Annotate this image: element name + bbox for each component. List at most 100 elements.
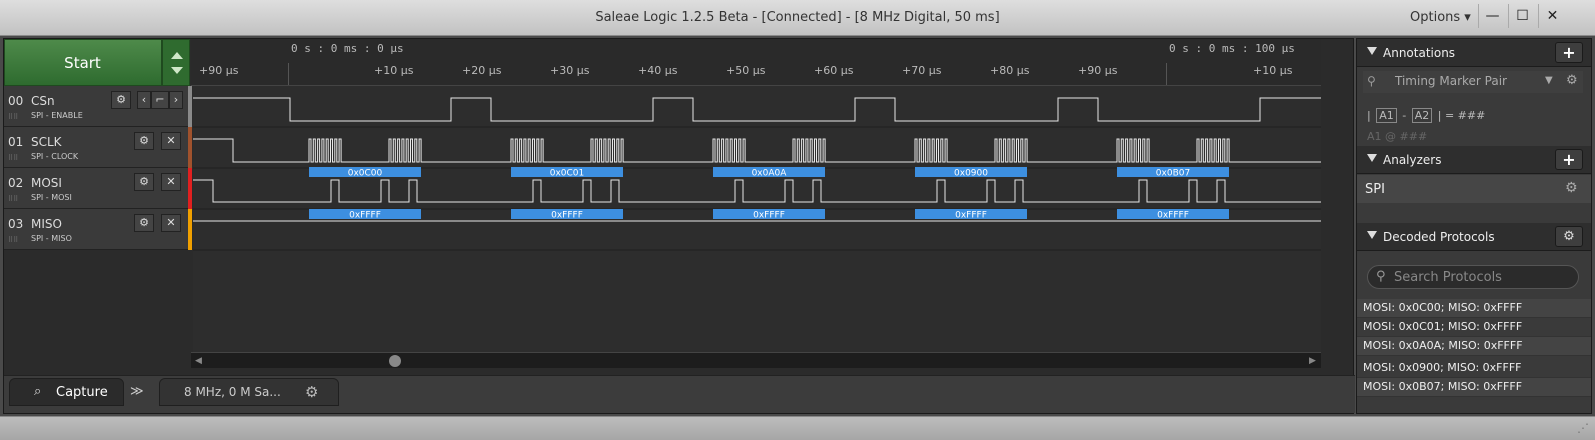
list-item[interactable]: MOSI: 0x0C01; MISO: 0xFFFF (1357, 318, 1591, 337)
gear-icon[interactable]: ⚙ (111, 91, 131, 109)
formula-minus: - (1402, 109, 1407, 122)
ruler-tick: +90 μs (1078, 64, 1118, 77)
list-item[interactable]: MOSI: 0x0A0A; MISO: 0xFFFF (1357, 337, 1591, 356)
section-title: Decoded Protocols (1383, 230, 1495, 244)
channel-name: CSn (31, 94, 55, 108)
marker-a2-badge[interactable]: A2 (1411, 108, 1433, 123)
marker-formula: | A1 - A2 | = ### (1367, 108, 1485, 123)
miso-decoded-label-text: 0xFFFF (955, 211, 987, 221)
arrow-up-icon (171, 52, 183, 59)
gear-icon[interactable]: ⚙ (134, 132, 154, 150)
miso-decoded-label-text: 0xFFFF (551, 211, 583, 221)
gear-icon[interactable]: ⚙ (1565, 180, 1578, 196)
maximize-button[interactable]: ☐ (1508, 4, 1536, 28)
drag-grip-icon[interactable]: ⠿⠿ (8, 195, 18, 203)
collapse-triangle-icon[interactable] (1367, 154, 1377, 162)
channel-number: 03 (8, 217, 24, 231)
channel-name: MISO (31, 217, 62, 231)
ruler-tick: +80 μs (990, 64, 1030, 77)
collapse-triangle-icon[interactable] (1367, 47, 1377, 55)
gear-icon[interactable]: ⚙ (1555, 226, 1583, 247)
channel-row-csn[interactable]: 00 CSn SPI - ENABLE ⠿⠿ ⚙ ‹ ⌐ › (4, 86, 192, 127)
analyzers-header[interactable]: Analyzers + (1357, 146, 1591, 174)
close-icon[interactable]: ✕ (161, 214, 181, 232)
channel-number: 01 (8, 135, 24, 149)
channel-color-stripe (188, 127, 192, 168)
horizontal-scrollbar[interactable]: ◀ ▶ (191, 352, 1321, 368)
prev-edge-icon[interactable]: ‹ (137, 91, 151, 109)
minimize-button[interactable]: — (1478, 4, 1506, 28)
scroll-left-icon[interactable]: ◀ (195, 356, 202, 366)
tab-capture-label: Capture (56, 385, 108, 400)
close-button[interactable]: ✕ (1538, 4, 1566, 28)
channel-row-mosi[interactable]: 02 MOSI SPI - MOSI ⠿⠿ ⚙ ✕ (4, 168, 192, 209)
chevron-down-icon[interactable]: ▼ (1545, 75, 1553, 86)
scroll-right-icon[interactable]: ▶ (1309, 356, 1316, 366)
waveform-area[interactable]: 0x0C00 0xFFFF 0x0C01 0xFFFF 0x0A0A 0xFFFF 0x09… (193, 86, 1321, 352)
ruler-tick: +20 μs (462, 64, 502, 77)
ruler-tick-line (1166, 63, 1167, 85)
mosi-decoded-label-text: 0x0B07 (1156, 169, 1190, 179)
channel-row-sclk[interactable]: 01 SCLK SPI - CLOCK ⠿⠿ ⚙ ✕ (4, 127, 192, 168)
mosi-decoded-label-text: 0x0A0A (752, 169, 788, 179)
next-edge-icon[interactable]: › (169, 91, 183, 109)
gear-icon[interactable]: ⚙ (134, 214, 154, 232)
analyzer-item-spi[interactable]: SPI ⚙ (1357, 175, 1591, 203)
title-bar: Saleae Logic 1.2.5 Beta - [Connected] - … (0, 0, 1595, 36)
collapse-triangle-icon[interactable] (1367, 231, 1377, 239)
abs-time-right: 0 s : 0 ms : 100 μs (1169, 42, 1295, 55)
annotations-header[interactable]: Annotations + (1357, 39, 1591, 67)
gear-icon[interactable]: ⚙ (134, 173, 154, 191)
list-item[interactable]: MOSI: 0x0B07; MISO: 0xFFFF (1357, 378, 1591, 397)
time-ruler[interactable]: 0 s : 0 ms : 0 μs 0 s : 0 ms : 100 μs +9… (191, 39, 1321, 86)
ruler-tick: +30 μs (550, 64, 590, 77)
start-options-toggle[interactable] (162, 39, 190, 86)
search-icon: ⌕ (34, 384, 42, 399)
mosi-waveform (193, 179, 1321, 203)
timing-marker-pair[interactable]: ⚲ Timing Marker Pair ▼ ⚙ (1363, 71, 1583, 93)
scroll-thumb[interactable] (389, 355, 401, 367)
section-title: Analyzers (1383, 153, 1442, 167)
more-tabs-icon[interactable]: ≫ (130, 384, 144, 399)
gear-icon[interactable]: ⚙ (305, 383, 318, 401)
channel-color-stripe (188, 209, 192, 250)
search-protocols-input[interactable]: ⚲ Search Protocols (1367, 265, 1579, 289)
resize-grip-icon[interactable]: ⋰ (1577, 421, 1589, 435)
search-icon: ⚲ (1376, 269, 1386, 284)
start-button[interactable]: Start (4, 39, 162, 86)
drag-grip-icon[interactable]: ⠿⠿ (8, 154, 18, 162)
list-item[interactable]: MOSI: 0x0C00; MISO: 0xFFFF (1357, 299, 1591, 318)
marker-pair-label: Timing Marker Pair (1395, 74, 1507, 88)
miso-decoded-label-text: 0xFFFF (349, 211, 381, 221)
trigger-edge-icon[interactable]: ⌐ (151, 91, 169, 109)
analyzer-name: SPI (1365, 182, 1385, 197)
ruler-tick: +10 μs (1253, 64, 1293, 77)
channel-row-miso[interactable]: 03 MISO SPI - MISO ⠿⠿ ⚙ ✕ (4, 209, 192, 250)
close-icon[interactable]: ✕ (161, 132, 181, 150)
mosi-decoded-label-text: 0x0C01 (550, 169, 585, 179)
sclk-waveform (193, 138, 1321, 163)
ruler-tick: +40 μs (638, 64, 678, 77)
session-tab[interactable]: 8 MHz, 0 M Sa... ⚙ (159, 378, 339, 406)
drag-grip-icon[interactable]: ⠿⠿ (8, 113, 18, 121)
mosi-decoded-label-text: 0x0C00 (348, 169, 383, 179)
decoded-protocols-list: MOSI: 0x0C00; MISO: 0xFFFF MOSI: 0x0C01;… (1357, 299, 1591, 397)
options-menu[interactable]: Options ▾ (1410, 10, 1471, 25)
miso-decoded-label-text: 0xFFFF (753, 211, 785, 221)
gear-icon[interactable]: ⚙ (1566, 73, 1578, 88)
decoded-protocols-header[interactable]: Decoded Protocols ⚙ (1357, 223, 1591, 251)
list-item[interactable]: MOSI: 0x0900; MISO: 0xFFFF (1357, 359, 1591, 378)
add-analyzer-button[interactable]: + (1555, 149, 1583, 170)
window-title: Saleae Logic 1.2.5 Beta - [Connected] - … (595, 10, 1000, 25)
ruler-tick: +50 μs (726, 64, 766, 77)
marker-a1-badge[interactable]: A1 (1376, 108, 1397, 123)
start-label: Start (64, 54, 101, 72)
ruler-tick: +90 μs (199, 64, 239, 77)
tab-capture[interactable]: ⌕ Capture (9, 378, 124, 406)
add-annotation-button[interactable]: + (1555, 42, 1583, 63)
close-icon[interactable]: ✕ (161, 173, 181, 191)
channel-color-stripe (188, 86, 192, 127)
waveform-canvas[interactable]: 0x0C00 0xFFFF 0x0C01 0xFFFF 0x0A0A 0xFFFF 0x09… (193, 86, 1321, 352)
drag-grip-icon[interactable]: ⠿⠿ (8, 236, 18, 244)
ruler-tick-line (288, 63, 289, 85)
